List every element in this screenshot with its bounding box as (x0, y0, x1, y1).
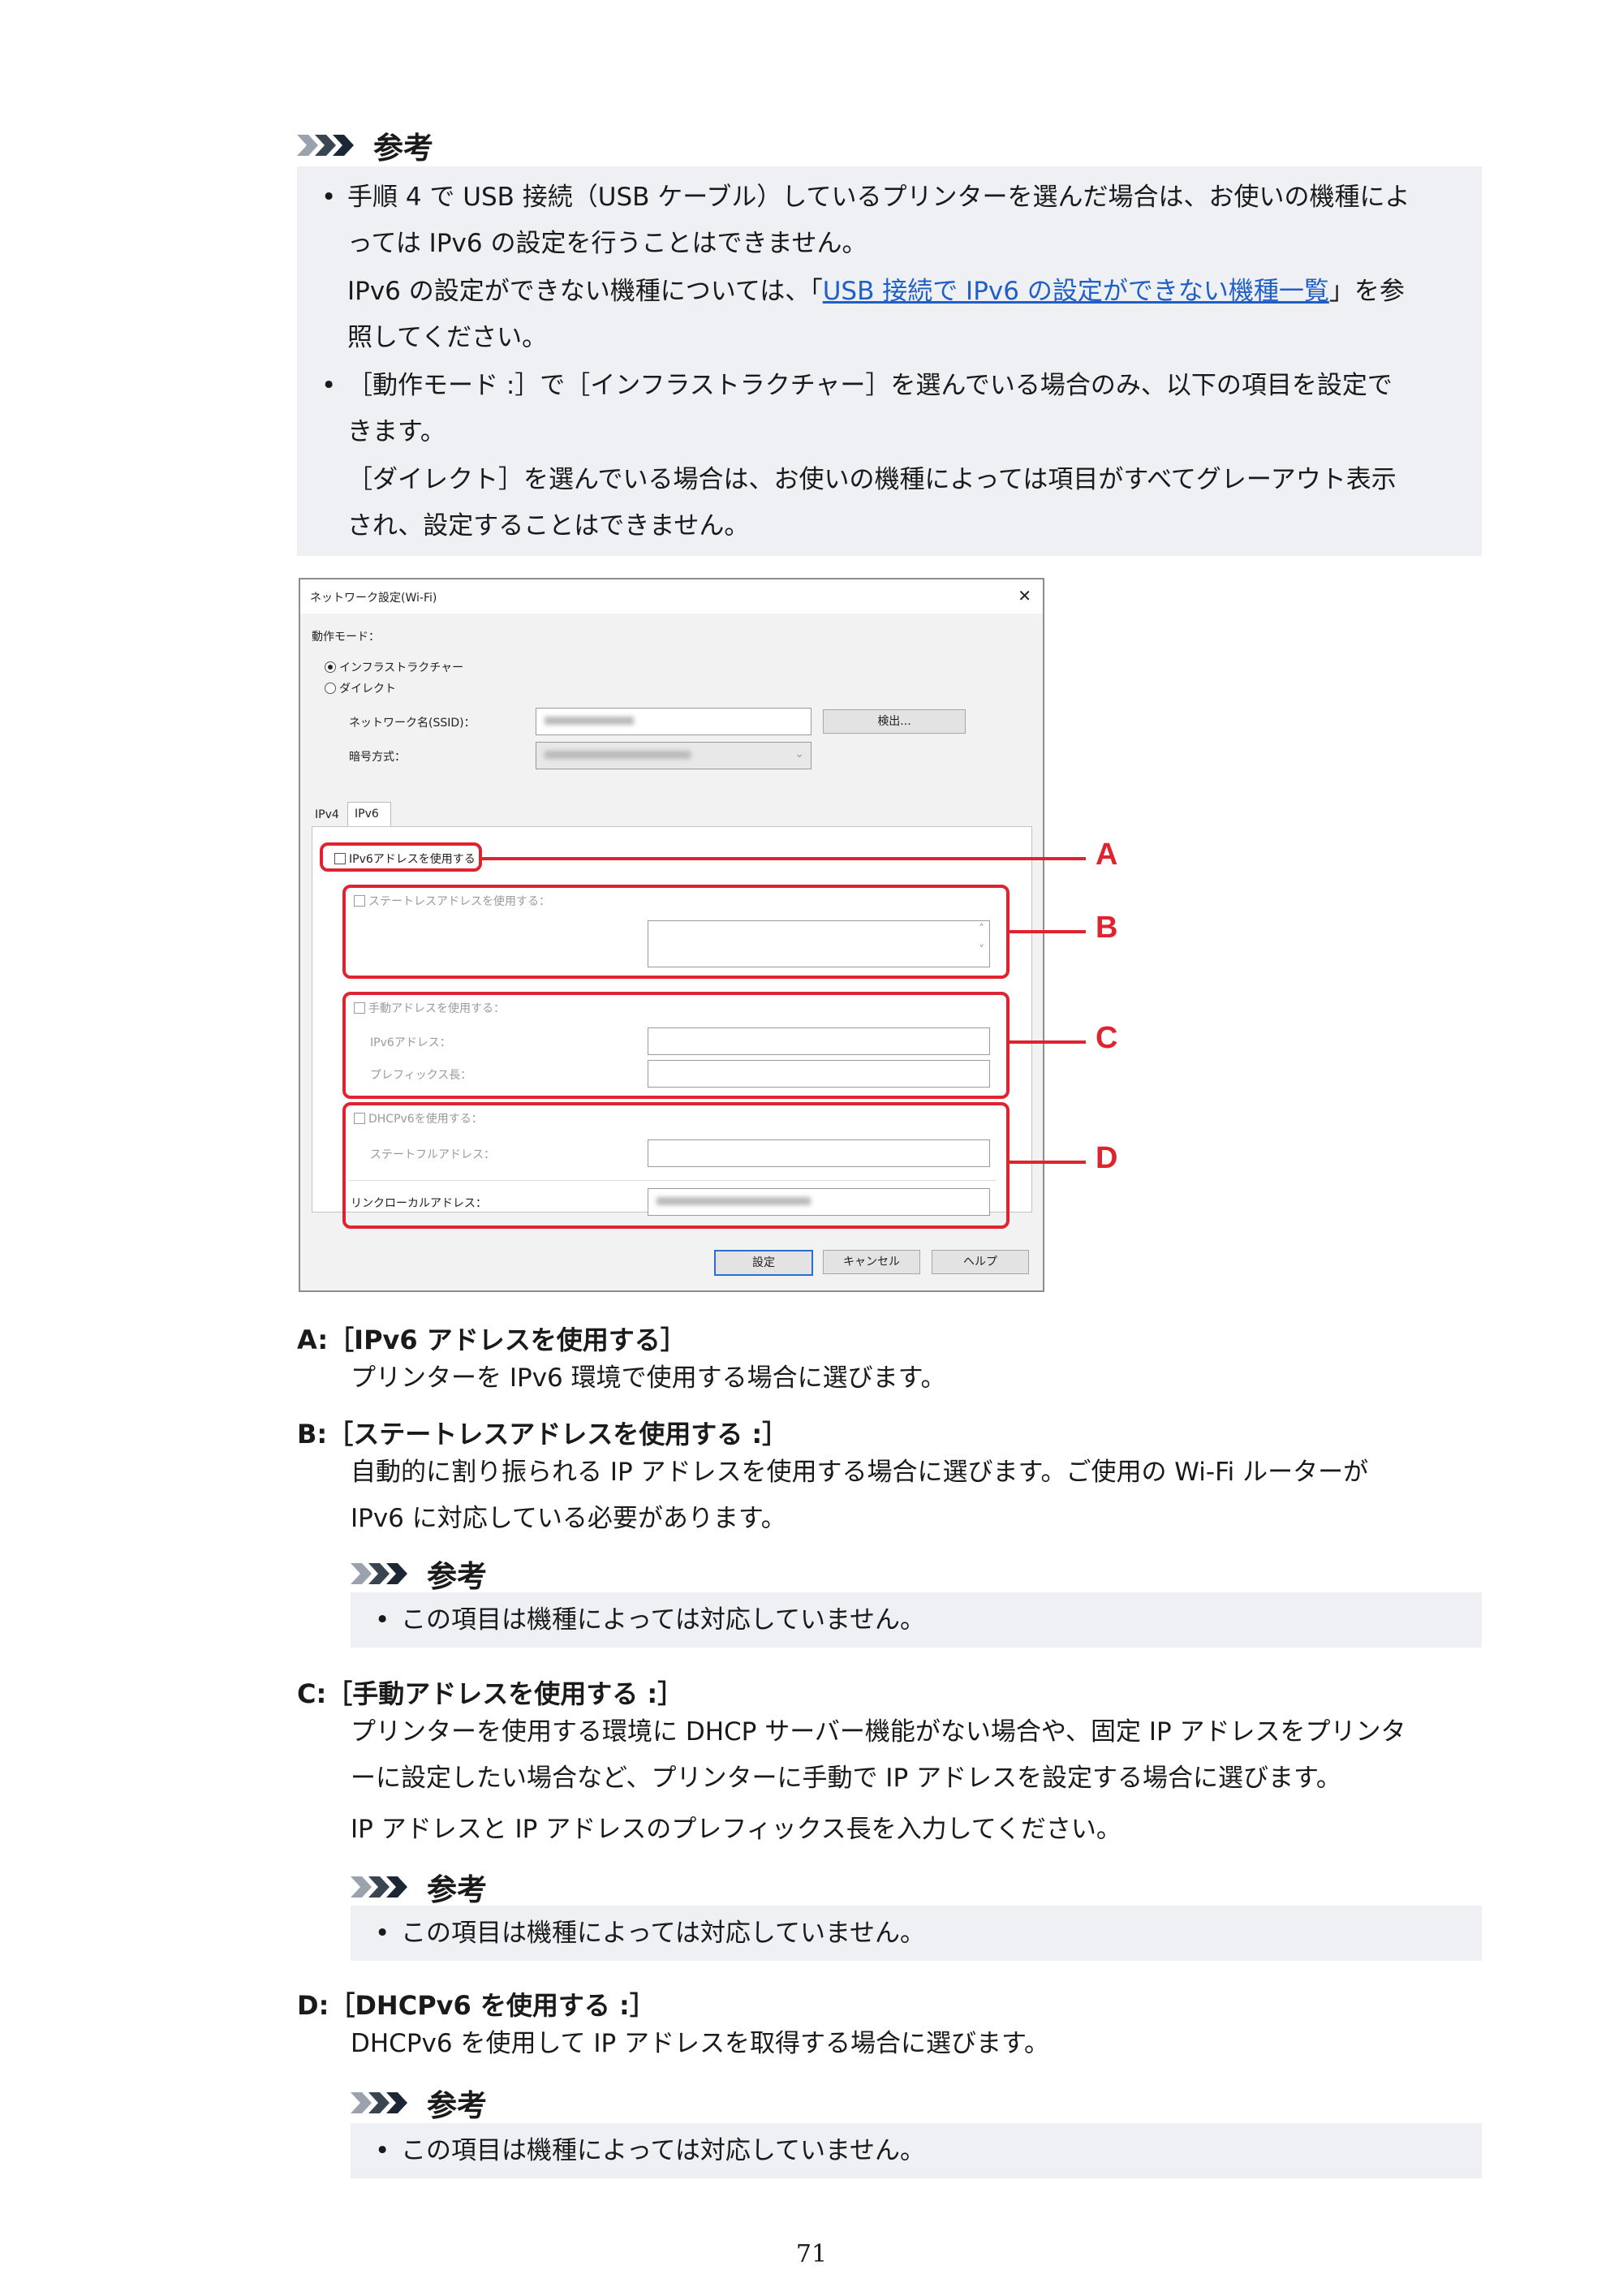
note-heading: 参考 (351, 2081, 487, 2125)
note-bullet: • 手順 4 で USB 接続（USB ケーブル）しているプリンターを選んだ場合は… (321, 183, 1410, 212)
callout-line-c (1008, 1040, 1086, 1044)
callout-label-c: C (1096, 1021, 1118, 1055)
note-box: • この項目は機種によっては対応していません。 (351, 2123, 1482, 2178)
encryption-select[interactable]: ⌄ (536, 742, 812, 769)
note-bullet: • この項目は機種によっては対応していません。 (375, 1605, 926, 1635)
close-icon[interactable]: ✕ (1018, 586, 1031, 605)
ssid-label: ネットワーク名(SSID)： (349, 717, 476, 730)
dialog-title: ネットワーク設定(Wi-Fi) (310, 592, 437, 605)
note-label: 参考 (373, 131, 433, 166)
detect-button[interactable]: 検出... (823, 709, 966, 734)
note-box: • この項目は機種によっては対応していません。 (351, 1906, 1482, 1961)
note-bullet: • この項目は機種によっては対応していません。 (375, 2136, 926, 2165)
callout-line-d (1008, 1161, 1086, 1164)
unsupported-models-link[interactable]: USB 接続で IPv6 の設定ができない機種一覧 (823, 277, 1329, 306)
section-b-body: IPv6 に対応している必要があります。 (351, 1504, 786, 1533)
note-bullet: • ［動作モード :］で［インフラストラクチャー］を選んでいる場合のみ、以下の項目… (321, 371, 1393, 400)
note-heading: 参考 (351, 1552, 487, 1596)
note-box: • 手順 4 で USB 接続（USB ケーブル）しているプリンターを選んだ場合は… (297, 166, 1482, 556)
section-c-body: プリンターを使用する環境に DHCP サーバー機能がない場合や、固定 IP アド… (351, 1717, 1406, 1747)
radio-unchecked-icon (325, 683, 336, 694)
callout-box-d (342, 1102, 1010, 1229)
note-text: IPv6 の設定ができない機種については、「USB 接続で IPv6 の設定がで… (347, 277, 1405, 306)
callout-box-b (342, 885, 1010, 979)
page-number: 71 (795, 2240, 828, 2268)
note-heading: 参考 (297, 123, 433, 167)
note-text: ［ダイレクト］を選んでいる場合は、お使いの機種によっては項目がすべてグレーアウト… (347, 465, 1397, 494)
callout-box-a (320, 842, 482, 872)
note-chevron-icon (297, 131, 362, 159)
section-b-body: 自動的に割り振られる IP アドレスを使用する場合に選びます。ご使用の Wi-F… (351, 1458, 1369, 1487)
help-button[interactable]: ヘルプ (932, 1250, 1029, 1274)
note-text: 照してください。 (347, 323, 548, 352)
radio-direct[interactable]: ダイレクト (325, 680, 396, 696)
section-c-body: IP アドレスと IP アドレスのプレフィックス長を入力してください。 (351, 1815, 1121, 1844)
note-chevron-icon (351, 2089, 415, 2117)
tab-ipv4[interactable]: IPv4 (315, 808, 339, 821)
radio-infrastructure[interactable]: インフラストラクチャー (325, 659, 463, 675)
section-c-body: ーに設定したい場合など、プリンターに手動で IP アドレスを設定する場合に選びま… (351, 1764, 1341, 1793)
chevron-down-icon: ⌄ (794, 747, 804, 760)
note-box: • この項目は機種によっては対応していません。 (351, 1592, 1482, 1648)
callout-label-d: D (1096, 1141, 1118, 1175)
section-d-body: DHCPv6 を使用して IP アドレスを取得する場合に選びます。 (351, 2029, 1049, 2058)
dialog-titlebar: ネットワーク設定(Wi-Fi) ✕ (300, 579, 1043, 614)
note-heading: 参考 (351, 1865, 487, 1909)
note-bullet: • この項目は機種によっては対応していません。 (375, 1919, 926, 1948)
redacted-ssid (545, 717, 634, 725)
note-text: され、設定することはできません。 (347, 511, 750, 541)
callout-label-a: A (1096, 838, 1118, 872)
section-d-title: D:［DHCPv6 を使用する :］ (297, 1990, 656, 2021)
note-text: っては IPv6 の設定を行うことはできません。 (347, 229, 867, 258)
redacted-encryption (545, 751, 691, 759)
network-settings-dialog: ネットワーク設定(Wi-Fi) ✕ 動作モード： インフラストラクチャー ダイレ… (299, 578, 1044, 1292)
section-a-title: A:［IPv6 アドレスを使用する］ (297, 1325, 687, 1355)
ssid-input[interactable] (536, 708, 812, 735)
callout-line-a (480, 857, 1086, 860)
callout-box-c (342, 992, 1010, 1099)
cancel-button[interactable]: キャンセル (823, 1250, 920, 1274)
radio-checked-icon (325, 661, 336, 673)
encryption-label: 暗号方式： (349, 751, 406, 764)
note-chevron-icon (351, 1560, 415, 1587)
section-b-title: B:［ステートレスアドレスを使用する :］ (297, 1419, 789, 1450)
tab-ipv6[interactable]: IPv6 (347, 802, 391, 827)
note-chevron-icon (351, 1873, 415, 1901)
callout-line-b (1008, 930, 1086, 933)
callout-label-b: B (1096, 911, 1118, 945)
note-text: きます。 (347, 417, 446, 446)
ok-button[interactable]: 設定 (714, 1250, 813, 1276)
mode-label: 動作モード： (312, 631, 380, 644)
section-c-title: C:［手動アドレスを使用する :］ (297, 1678, 684, 1709)
section-a-body: プリンターを IPv6 環境で使用する場合に選びます。 (351, 1363, 946, 1393)
